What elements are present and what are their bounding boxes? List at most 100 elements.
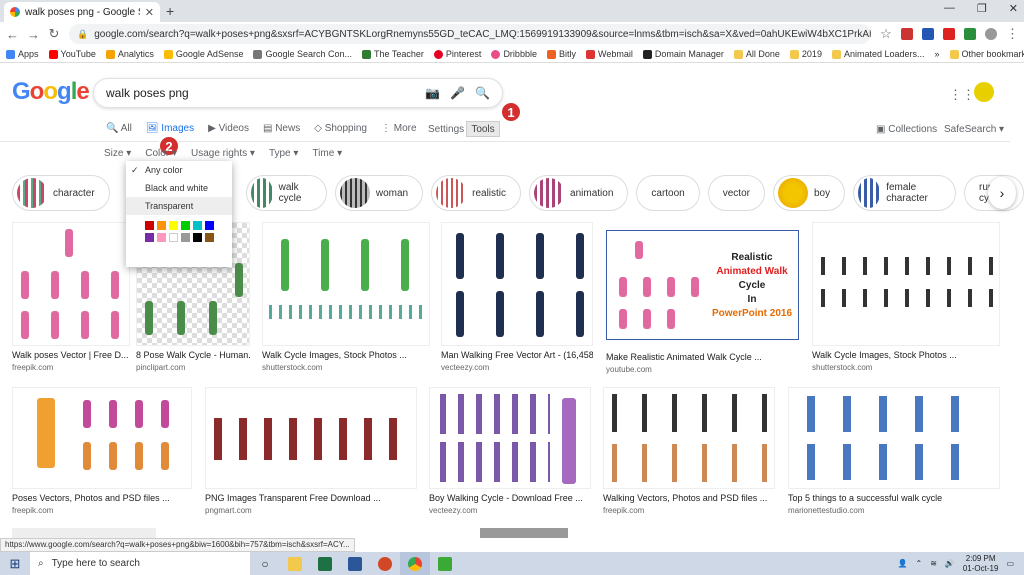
image-result-partial[interactable] <box>12 528 156 538</box>
camtasia-icon[interactable] <box>430 552 460 575</box>
color-swatch[interactable] <box>145 221 154 230</box>
other-bookmarks[interactable]: Other bookmarks <box>949 49 1024 59</box>
extension-icon[interactable] <box>901 28 913 40</box>
image-result[interactable]: Walk Cycle Images, Stock Photos ... shut… <box>262 222 430 372</box>
chip[interactable]: character <box>12 175 110 211</box>
filter-usage-rights[interactable]: Usage rights ▾ <box>191 148 255 159</box>
forward-icon[interactable]: → <box>27 27 40 42</box>
color-swatch[interactable] <box>193 233 202 242</box>
tab-videos[interactable]: ▶ Videos <box>208 123 249 134</box>
filter-time[interactable]: Time ▾ <box>312 148 342 159</box>
image-result[interactable]: Top 5 things to a successful walk cycle … <box>788 387 1000 515</box>
tools-button[interactable]: Tools <box>466 121 500 137</box>
color-option-transparent[interactable]: Transparent <box>126 197 232 215</box>
people-icon[interactable]: 👤 <box>898 559 908 568</box>
bookmark-item[interactable]: The Teacher <box>362 49 424 59</box>
tab-images[interactable]: 🖼 Images <box>146 123 194 134</box>
image-result[interactable]: Realistic Animated Walk Cycle In PowerPo… <box>606 230 799 374</box>
color-swatch[interactable] <box>169 233 178 242</box>
settings-link[interactable]: Settings <box>428 124 464 135</box>
tab-shopping[interactable]: ◇ Shopping <box>314 123 367 134</box>
image-result[interactable]: Walking Vectors, Photos and PSD files ..… <box>603 387 775 515</box>
minimize-icon[interactable]: — <box>944 2 955 15</box>
chip[interactable]: animation <box>529 175 629 211</box>
bookmark-item[interactable]: Domain Manager <box>642 49 724 59</box>
close-window-icon[interactable]: ✕ <box>1009 2 1018 15</box>
image-result[interactable]: Man Walking Free Vector Art - (16,458 ..… <box>441 222 593 372</box>
color-swatch[interactable] <box>169 221 178 230</box>
windows-start-icon[interactable]: ⊞ <box>0 556 30 572</box>
chip[interactable]: female character <box>853 175 956 211</box>
color-swatch[interactable] <box>181 233 190 242</box>
chrome-icon[interactable] <box>400 552 430 575</box>
notifications-icon[interactable]: ▭ <box>1006 559 1014 568</box>
safesearch-dropdown[interactable]: SafeSearch ▾ <box>944 124 1004 135</box>
file-explorer-icon[interactable] <box>280 552 310 575</box>
extension-icon[interactable] <box>943 28 955 40</box>
color-swatch[interactable] <box>205 233 214 242</box>
filter-size[interactable]: Size ▾ <box>104 148 131 159</box>
chevron-up-icon[interactable]: ⌃ <box>915 559 922 568</box>
image-result[interactable]: Poses Vectors, Photos and PSD files ... … <box>12 387 192 515</box>
image-result-partial[interactable] <box>480 528 568 538</box>
taskbar-search[interactable]: ⌕ Type here to search <box>30 552 250 575</box>
close-tab-icon[interactable]: ✕ <box>145 6 154 19</box>
collections-link[interactable]: ▣ Collections <box>876 124 937 135</box>
excel-icon[interactable] <box>310 552 340 575</box>
restore-icon[interactable]: ❐ <box>977 2 987 15</box>
bookmark-item[interactable]: YouTube <box>48 49 96 59</box>
chip[interactable]: walk cycle <box>245 175 327 211</box>
avatar[interactable] <box>974 82 994 102</box>
profile-icon[interactable] <box>985 28 997 40</box>
reload-icon[interactable]: ↻ <box>48 26 60 42</box>
color-swatch[interactable] <box>145 233 154 242</box>
bookmark-folder[interactable]: All Done <box>733 49 780 59</box>
menu-icon[interactable]: ⋮ <box>1006 26 1019 42</box>
volume-icon[interactable]: 🔊 <box>945 559 955 568</box>
color-option-any[interactable]: ✓ Any color <box>126 161 232 179</box>
powerpoint-icon[interactable] <box>370 552 400 575</box>
star-icon[interactable]: ☆ <box>880 26 892 42</box>
chip[interactable]: vector <box>707 175 765 211</box>
tab-all[interactable]: 🔍 All <box>106 123 132 134</box>
search-box[interactable]: walk poses png 📷 🎤 🔍 <box>93 78 503 108</box>
extension-icon[interactable] <box>922 28 934 40</box>
bookmark-item[interactable]: Apps <box>6 49 39 59</box>
tab-more[interactable]: ⋮ More <box>381 123 417 134</box>
chevron-right-icon[interactable]: › <box>988 177 1016 209</box>
bookmark-item[interactable]: Bitly <box>546 49 576 59</box>
bookmark-item[interactable]: Webmail <box>585 49 633 59</box>
filter-type[interactable]: Type ▾ <box>269 148 299 159</box>
bookmark-item[interactable]: Dribbble <box>491 49 537 59</box>
image-result[interactable]: PNG Images Transparent Free Download ...… <box>205 387 417 515</box>
bookmark-item[interactable]: Google AdSense <box>163 49 243 59</box>
color-swatch[interactable] <box>193 221 202 230</box>
tab-news[interactable]: ▤ News <box>263 123 300 134</box>
clock[interactable]: 2:09 PM 01-Oct-19 <box>963 554 999 574</box>
chip[interactable]: boy <box>772 175 846 211</box>
address-bar[interactable]: 🔒 google.com/search?q=walk+poses+png&sxs… <box>69 24 871 44</box>
color-swatch[interactable] <box>157 233 166 242</box>
bookmark-item[interactable]: Google Search Con... <box>253 49 352 59</box>
extension-icon[interactable] <box>964 28 976 40</box>
new-tab-button[interactable]: + <box>166 3 174 19</box>
color-option-black-white[interactable]: Black and white <box>126 179 232 197</box>
image-result[interactable]: Boy Walking Cycle - Download Free ... ve… <box>429 387 591 515</box>
color-swatch[interactable] <box>157 221 166 230</box>
wifi-icon[interactable]: ≋ <box>930 559 937 568</box>
bookmark-folder[interactable]: 2019 <box>789 49 822 59</box>
camera-icon[interactable]: 📷 <box>425 86 440 100</box>
chip[interactable]: realistic <box>431 175 522 211</box>
filter-color[interactable]: Color ▾ <box>145 148 177 159</box>
bookmark-folder[interactable]: Animated Loaders... <box>831 49 925 59</box>
color-swatch[interactable] <box>205 221 214 230</box>
microphone-icon[interactable]: 🎤 <box>450 86 465 100</box>
taskbar-search-input[interactable]: Type here to search <box>52 558 140 569</box>
search-icon[interactable]: 🔍 <box>475 86 490 100</box>
chip[interactable]: woman <box>334 175 424 211</box>
image-result[interactable]: Walk Cycle Images, Stock Photos ... shut… <box>812 222 1000 372</box>
bookmark-item[interactable]: Analytics <box>105 49 154 59</box>
bookmark-item[interactable]: Pinterest <box>433 49 481 59</box>
more-bookmarks-icon[interactable]: » <box>935 49 940 59</box>
browser-tab[interactable]: walk poses png - Google Search ✕ <box>4 2 160 22</box>
